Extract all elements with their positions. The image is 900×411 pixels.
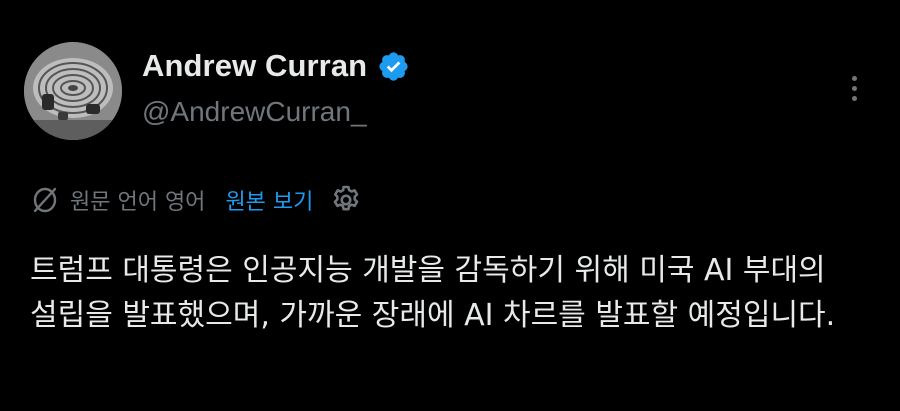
- author-handle[interactable]: @AndrewCurran_: [142, 96, 367, 128]
- author-display-name[interactable]: Andrew Curran: [142, 48, 367, 84]
- more-dot: [851, 95, 857, 101]
- gear-icon[interactable]: [329, 183, 363, 217]
- verified-badge-icon[interactable]: [377, 50, 410, 83]
- tweet-post: Andrew Curran @AndrewCurran_ 원문 언어 영어 원본…: [0, 0, 900, 411]
- translation-bar: 원문 언어 영어 원본 보기: [30, 180, 363, 220]
- avatar-image: [24, 42, 122, 140]
- avatar[interactable]: [24, 42, 122, 140]
- no-translate-icon: [30, 185, 60, 215]
- author-name-row: Andrew Curran: [142, 46, 410, 86]
- more-options-icon[interactable]: [836, 68, 872, 108]
- source-language-label: 원문 언어 영어: [70, 190, 206, 215]
- tweet-text: 트럼프 대통령은 인공지능 개발을 감독하기 위해 미국 AI 부대의 설립을 …: [30, 253, 836, 333]
- view-original-link[interactable]: 원본 보기: [225, 184, 313, 216]
- more-dot: [851, 75, 857, 81]
- more-dot: [851, 85, 857, 91]
